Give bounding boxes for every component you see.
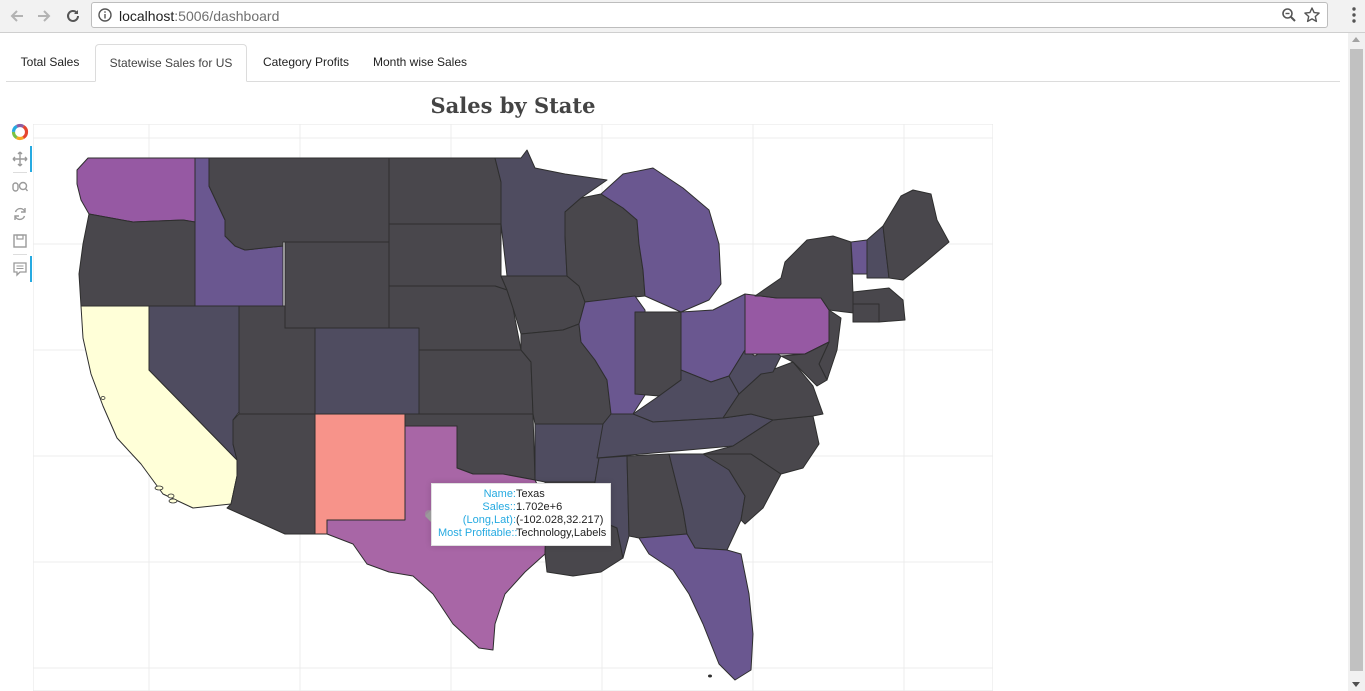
florida-key — [708, 674, 712, 678]
pan-icon[interactable] — [10, 149, 30, 169]
tab-month-wise-sales[interactable]: Month wise Sales — [364, 44, 476, 82]
state-kansas[interactable] — [418, 349, 534, 415]
state-colorado[interactable] — [314, 327, 420, 415]
reset-icon[interactable] — [10, 204, 30, 224]
state-montana[interactable] — [208, 157, 390, 251]
toolbar-divider — [13, 254, 27, 255]
dashboard-tabs: Total Sales Statewise Sales for US Categ… — [6, 44, 1340, 82]
plot-title: Sales by State — [430, 93, 596, 118]
tooltip-row: (Long,Lat):(-102.028,32.217) — [438, 514, 604, 527]
pan-active-indicator — [30, 146, 32, 172]
tooltip-row: Most Profitable::Technology,Labels — [438, 527, 607, 540]
bokeh-logo-icon[interactable] — [10, 122, 30, 142]
tooltip-row: Name:Texas — [438, 488, 604, 501]
back-icon[interactable] — [5, 4, 29, 28]
state-wyoming[interactable] — [284, 241, 390, 329]
page-scrollbar[interactable] — [1348, 33, 1365, 691]
reload-icon[interactable] — [61, 4, 85, 28]
us-state-map[interactable] — [33, 124, 993, 691]
tooltip-key: (Long,Lat): — [462, 514, 516, 526]
scroll-up-icon[interactable] — [1352, 37, 1360, 42]
info-icon[interactable] — [98, 8, 112, 25]
state-new-mexico[interactable] — [314, 413, 406, 535]
tab-statewise-sales[interactable]: Statewise Sales for US — [95, 44, 247, 82]
hover-active-indicator — [30, 256, 32, 282]
state-pennsylvania[interactable] — [744, 293, 830, 355]
state-south-dakota[interactable] — [388, 223, 508, 291]
scrollbar-thumb[interactable] — [1350, 49, 1363, 671]
state-washington[interactable] — [76, 157, 196, 223]
url-host: localhost — [119, 8, 175, 24]
forward-icon[interactable] — [32, 4, 56, 28]
zoom-icon[interactable] — [1281, 7, 1297, 26]
toolbar-divider — [13, 172, 27, 173]
tooltip-value: Texas — [516, 488, 545, 500]
hover-icon[interactable] — [10, 259, 30, 279]
state-oregon[interactable] — [78, 213, 196, 307]
tab-total-sales[interactable]: Total Sales — [8, 44, 92, 82]
state-vermont[interactable] — [850, 239, 868, 275]
browser-menu-icon[interactable] — [1352, 7, 1356, 26]
plot-toolbar — [8, 120, 34, 290]
url-path: :5006/dashboard — [174, 8, 280, 24]
browser-toolbar: localhost:5006/dashboard — [0, 0, 1365, 33]
tooltip-key: Name: — [483, 488, 516, 500]
tooltip-key: Most Profitable:: — [438, 527, 518, 539]
state-indiana[interactable] — [634, 311, 682, 397]
tooltip-value: (-102.028,32.217) — [516, 514, 604, 526]
state-connecticut[interactable] — [852, 303, 880, 323]
address-bar[interactable]: localhost:5006/dashboard — [91, 2, 1328, 28]
tooltip-value: Technology,Labels — [516, 527, 607, 539]
tooltip-value: 1.702e+6 — [516, 501, 563, 513]
save-icon[interactable] — [10, 231, 30, 251]
scroll-down-icon[interactable] — [1352, 682, 1360, 687]
url-text[interactable]: localhost:5006/dashboard — [119, 8, 279, 24]
bookmark-star-icon[interactable] — [1303, 6, 1321, 27]
tooltip-key: Sales:: — [482, 501, 516, 513]
tooltip-row: Sales::1.702e+6 — [438, 501, 604, 514]
tab-category-profits[interactable]: Category Profits — [251, 44, 361, 82]
hover-tooltip: Name:Texas Sales::1.702e+6 (Long,Lat):(-… — [425, 483, 611, 546]
state-north-dakota[interactable] — [388, 157, 502, 225]
wheel-zoom-icon[interactable] — [10, 177, 30, 197]
